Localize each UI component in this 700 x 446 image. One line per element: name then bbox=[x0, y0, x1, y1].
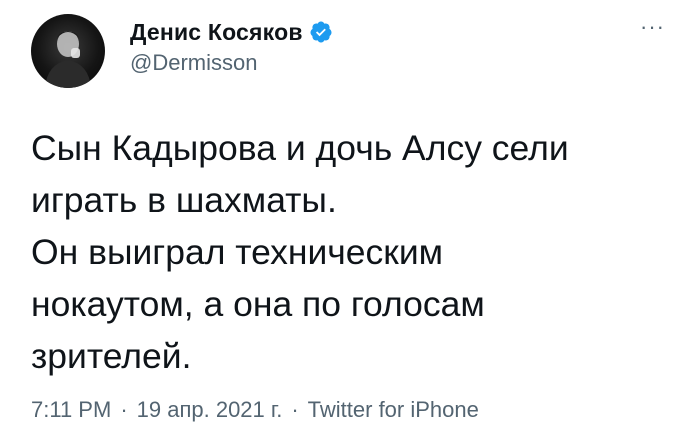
tweet-metadata: 7:11 PM · 19 апр. 2021 г. · Twitter for iPho… bbox=[31, 397, 479, 423]
tweet-source[interactable]: Twitter for iPhone bbox=[308, 397, 479, 422]
tweet-time[interactable]: 7:11 PM bbox=[31, 397, 111, 422]
verified-badge-icon bbox=[309, 20, 333, 44]
more-horizontal-icon[interactable]: ··· bbox=[640, 16, 665, 38]
tweet-text: Сын Кадырова и дочь Алсу сели играть в ш… bbox=[31, 128, 569, 376]
person-silhouette-icon bbox=[45, 31, 91, 88]
author-name[interactable]: Денис Косяков bbox=[130, 19, 303, 46]
tweet-card: Денис Косяков @Dermisson ··· Сын Кадыров… bbox=[0, 0, 700, 446]
avatar[interactable] bbox=[31, 14, 105, 88]
author-handle[interactable]: @Dermisson bbox=[130, 50, 257, 76]
tweet-date[interactable]: 19 апр. 2021 г. bbox=[137, 397, 283, 422]
separator-dot: · bbox=[120, 397, 128, 422]
author-name-row: Денис Косяков bbox=[130, 14, 333, 50]
separator-dot: · bbox=[291, 397, 299, 422]
